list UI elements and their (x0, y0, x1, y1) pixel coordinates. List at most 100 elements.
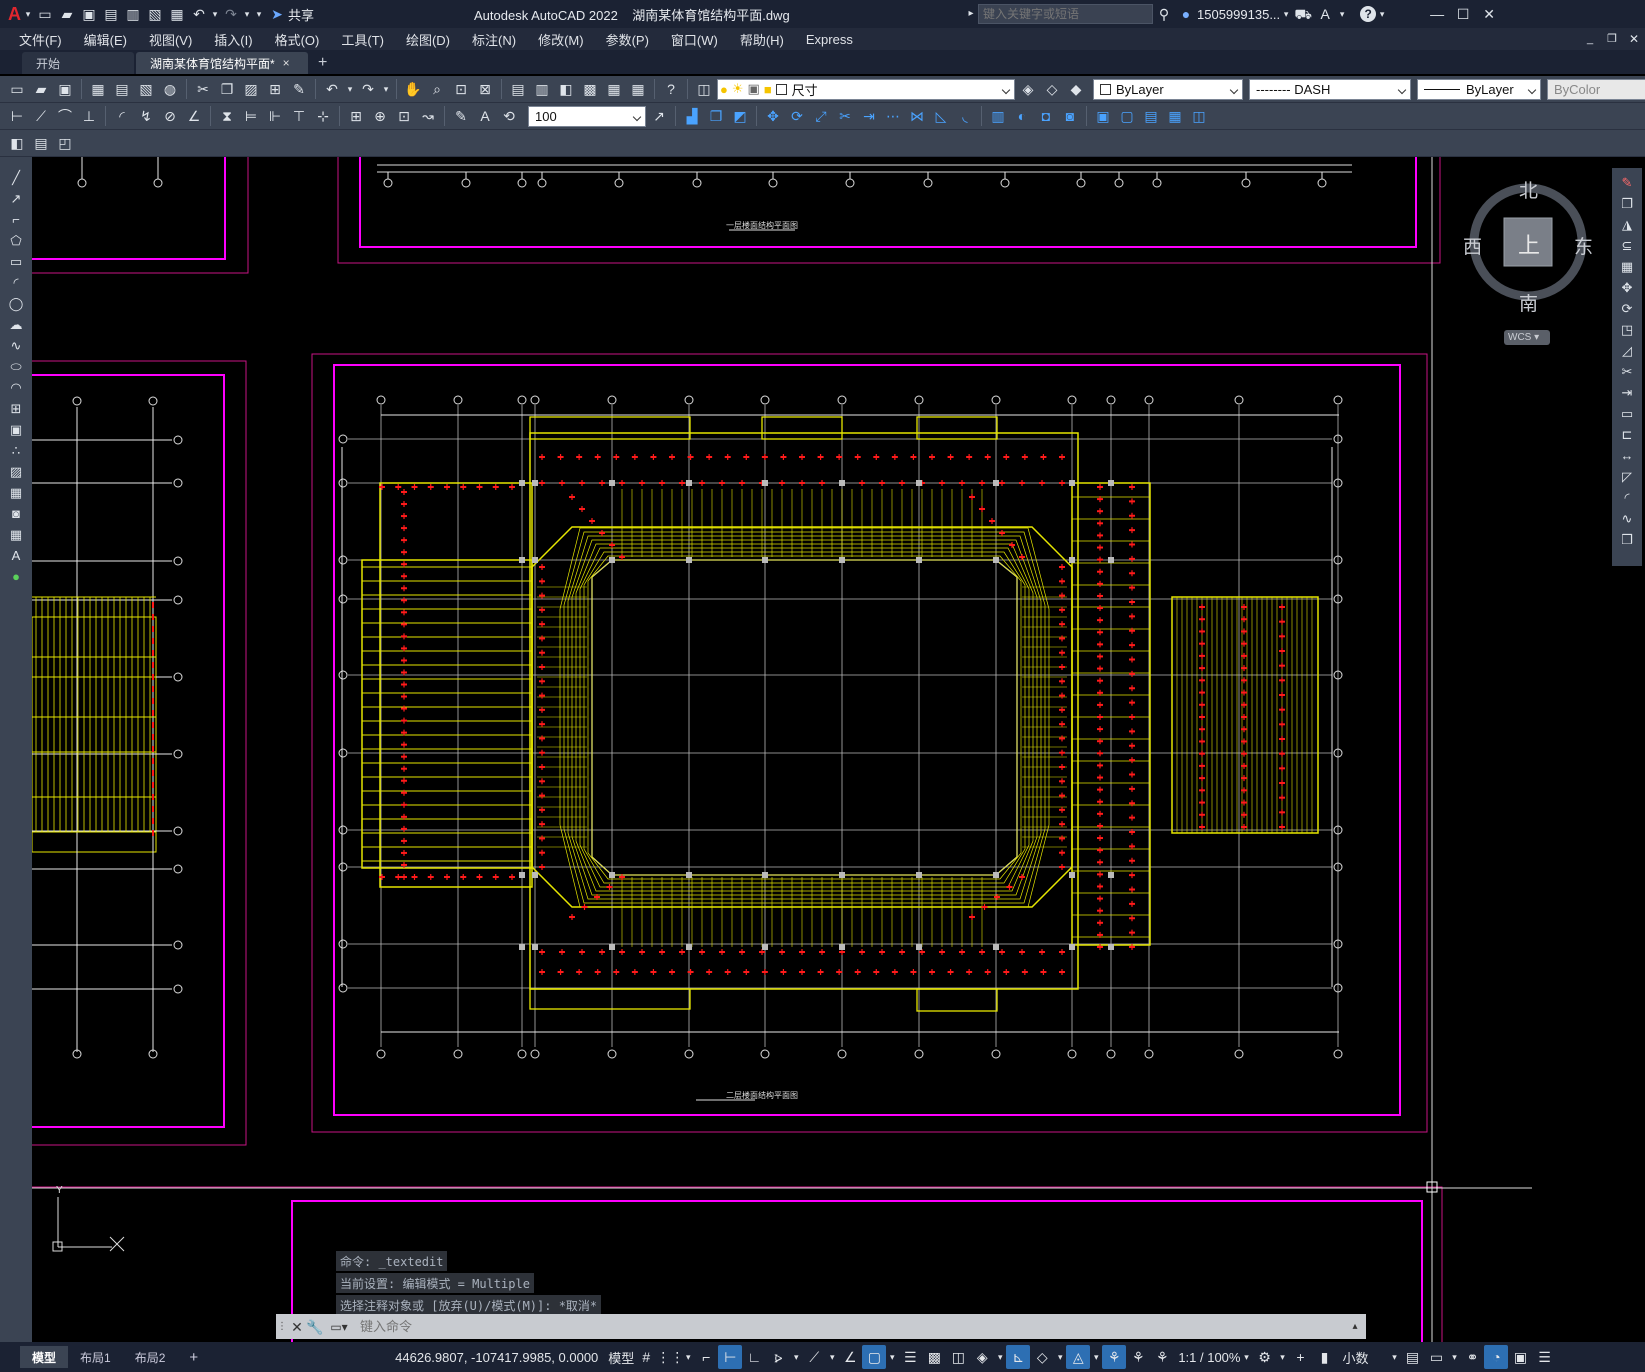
region-icon[interactable]: ◘ (1035, 105, 1057, 127)
chamfer-icon[interactable]: ◺ (930, 105, 952, 127)
dim-break-icon[interactable]: ⊹ (312, 105, 334, 127)
point-icon[interactable]: ∴ (5, 440, 27, 461)
mirror-icon[interactable]: ◩ (729, 105, 751, 127)
save-to-web-icon[interactable]: ▧ (144, 3, 166, 25)
dynamic-input-icon[interactable]: ⊢ (718, 1345, 743, 1369)
command-close-icon[interactable]: ✕ (288, 1316, 306, 1338)
compass-north[interactable]: 北 (1519, 176, 1538, 203)
selection-filter-icon[interactable]: ◇ (1030, 1345, 1054, 1369)
tb-help-icon[interactable]: ? (660, 78, 682, 100)
doc-restore-icon[interactable]: ❐ (1601, 28, 1623, 50)
tb-publish-icon[interactable]: ▧ (135, 78, 157, 100)
rotate-icon[interactable]: ⟳ (786, 105, 808, 127)
tb-markup-icon[interactable]: ▦ (603, 78, 625, 100)
lineweight-dropdown[interactable]: ByLayer (1417, 78, 1541, 100)
group-edit-icon[interactable]: ▤ (1140, 105, 1162, 127)
gizmo-icon[interactable]: ◬ (1066, 1345, 1091, 1369)
customization-icon[interactable]: ☰ (1532, 1345, 1556, 1369)
move-icon[interactable]: ✥ (762, 105, 784, 127)
dim-update-icon[interactable]: ⟲ (498, 105, 520, 127)
selection-cycling-icon[interactable]: ◫ (946, 1345, 970, 1369)
ellipse-arc-icon[interactable]: ◠ (5, 377, 27, 398)
redo-dropdown-icon[interactable]: ▾ (242, 3, 252, 25)
model-space-toggle[interactable]: 模型 (608, 1348, 634, 1367)
wcs-menu[interactable]: WCS ▾ (1504, 330, 1550, 345)
mirror-object-icon[interactable]: ◮ (1616, 214, 1638, 235)
drawing-canvas[interactable]: 一层楼面结构平面图 二层楼面结构平面图 Y (32, 157, 1612, 1342)
help-icon[interactable]: ? (1360, 6, 1377, 22)
menu-express[interactable]: Express (795, 32, 864, 47)
autodesk-app-icon[interactable]: A (1314, 3, 1336, 25)
line-icon[interactable]: ╱ (5, 167, 27, 188)
layer-states-icon[interactable]: ◆ (1065, 78, 1087, 100)
user-name[interactable]: 1505999135... (1197, 7, 1280, 22)
menu-modify[interactable]: 修改(M) (527, 30, 595, 49)
revision-cloud-icon[interactable]: ☁ (5, 314, 27, 335)
erase-icon[interactable]: ✎ (1616, 172, 1638, 193)
tb-save-icon[interactable]: ▣ (54, 78, 76, 100)
insert-block-icon[interactable]: ⊞ (5, 398, 27, 419)
color-dropdown[interactable]: ByLayer (1093, 78, 1243, 100)
command-customize-icon[interactable]: 🔧 (306, 1316, 324, 1338)
gradient-icon[interactable]: ◐ (1011, 105, 1033, 127)
auto-scale-icon[interactable]: ⚘ (1126, 1345, 1150, 1369)
join-object-icon[interactable]: ↔ (1616, 445, 1638, 466)
selection-filter-dropdown-icon[interactable]: ▾ (1054, 1345, 1066, 1369)
isodraft-icon[interactable]: ⟋ (802, 1345, 826, 1369)
workspace-switch-icon[interactable]: ⚙ (1252, 1345, 1276, 1369)
isolate-objects-icon[interactable]: ⚭ (1460, 1345, 1484, 1369)
dim-ordinate-icon[interactable]: ⊥ (78, 105, 100, 127)
array-icon[interactable]: ▟ (681, 105, 703, 127)
cart-icon[interactable]: ⛟ (1292, 3, 1314, 25)
inspection-icon[interactable]: ⊡ (393, 105, 415, 127)
annotation-monitor-icon[interactable]: + (1288, 1345, 1312, 1369)
tb-design-center-icon[interactable]: ▥ (531, 78, 553, 100)
add-layout-button[interactable]: + (177, 1346, 210, 1368)
tb-redo-icon[interactable]: ↷ (357, 78, 379, 100)
lineweight-icon[interactable]: ☰ (898, 1345, 922, 1369)
move-object-icon[interactable]: ✥ (1616, 277, 1638, 298)
fillet-object-icon[interactable]: ◜ (1616, 487, 1638, 508)
menu-dimension[interactable]: 标注(N) (461, 30, 527, 49)
make-block-icon[interactable]: ▣ (5, 419, 27, 440)
open-icon[interactable]: ▰ (56, 3, 78, 25)
layer-properties-icon[interactable]: ◫ (693, 78, 715, 100)
menu-tools[interactable]: 工具(T) (330, 30, 395, 49)
save-icon[interactable]: ▣ (78, 3, 100, 25)
scale-object-icon[interactable]: ◳ (1616, 319, 1638, 340)
tb-properties-icon[interactable]: ▤ (507, 78, 529, 100)
share-icon[interactable]: ➤ (266, 3, 288, 25)
quick-properties-icon[interactable]: ▤ (1400, 1345, 1424, 1369)
tb-cut-icon[interactable]: ✂ (192, 78, 214, 100)
add-selected-icon[interactable]: ● (5, 566, 27, 587)
menu-help[interactable]: 帮助(H) (729, 30, 795, 49)
menu-draw[interactable]: 绘图(D) (395, 30, 461, 49)
customize-qat-icon[interactable]: ▾ (252, 3, 266, 25)
tb-3d-print-icon[interactable]: ◍ (159, 78, 181, 100)
search-icon[interactable]: ⚲ (1153, 3, 1175, 25)
fillet-icon[interactable]: ◟ (954, 105, 976, 127)
maximize-icon[interactable]: ☐ (1452, 3, 1474, 25)
rotate-object-icon[interactable]: ⟳ (1616, 298, 1638, 319)
annotation-scale-dropdown-icon[interactable]: ▾ (1240, 1345, 1252, 1369)
hatch-draw-icon[interactable]: ▨ (5, 461, 27, 482)
break-at-point-icon[interactable]: ▭ (1616, 403, 1638, 424)
new-tab-button[interactable]: + (310, 52, 335, 74)
mtext-icon[interactable]: A (5, 545, 27, 566)
dim-quick-icon[interactable]: ⧗ (216, 105, 238, 127)
units-icon[interactable]: ▮ (1312, 1345, 1336, 1369)
menu-file[interactable]: 文件(F) (8, 30, 73, 49)
units-dropdown-icon[interactable]: ▾ (1388, 1345, 1400, 1369)
compass-south[interactable]: 南 (1519, 289, 1538, 316)
tb-pan-icon[interactable]: ✋ (402, 78, 424, 100)
dim-diameter-icon[interactable]: ⊘ (159, 105, 181, 127)
make-current-layer-icon[interactable]: ◈ (1017, 78, 1039, 100)
layer-vp-icon[interactable]: ▣ (748, 81, 760, 97)
tb-zoom-window-icon[interactable]: ⊡ (450, 78, 472, 100)
stretch-icon[interactable]: ◿ (1616, 340, 1638, 361)
workspace-icon[interactable]: ◧ (6, 132, 28, 154)
linetype-dropdown[interactable]: -------- DASH (1249, 78, 1411, 100)
tb-open-icon[interactable]: ▰ (30, 78, 52, 100)
layer-sun-icon[interactable]: ☀ (732, 81, 744, 97)
rectangle-icon[interactable]: ▭ (5, 251, 27, 272)
